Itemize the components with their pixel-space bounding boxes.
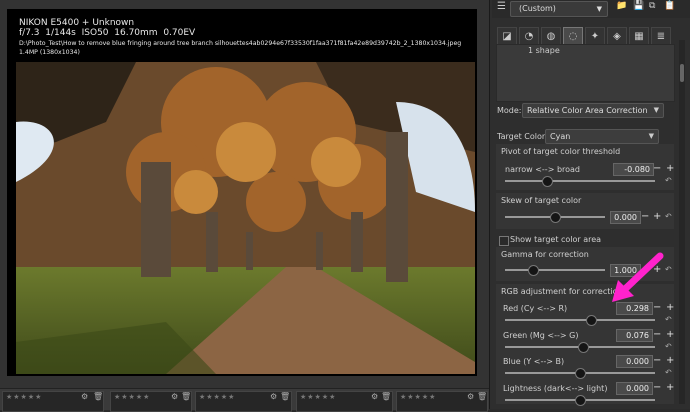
skew-title: Skew of target color <box>501 196 582 205</box>
show-target-area-checkbox[interactable] <box>499 236 509 246</box>
gear-icon[interactable]: ⚙ <box>371 392 378 401</box>
trash-icon[interactable]: 🗑 <box>93 392 103 401</box>
chevron-down-icon: ▼ <box>648 132 654 140</box>
trash-icon[interactable]: 🗑 <box>181 392 191 401</box>
profile-select-value: (Custom) <box>519 4 556 13</box>
increase-button[interactable]: + <box>666 355 674 366</box>
trash-icon[interactable]: 🗑 <box>280 392 290 401</box>
reset-icon[interactable]: ↶ <box>665 176 672 185</box>
shutter: 1/144s <box>45 28 76 38</box>
blue-value[interactable]: 0.000 <box>616 355 653 368</box>
reset-icon[interactable]: ↶ <box>665 315 672 324</box>
scrollbar-thumb[interactable] <box>680 64 684 82</box>
pivot-slider-track[interactable] <box>505 180 655 182</box>
green-label: Green (Mg <--> G) <box>503 331 579 340</box>
chevron-down-icon: ▼ <box>596 5 602 13</box>
focal-length: 16.70mm <box>114 28 158 38</box>
folder-icon[interactable]: 📁 <box>616 1 627 11</box>
blue-label: Blue (Y <--> B) <box>503 357 565 366</box>
paste-icon[interactable]: 📋 <box>664 1 675 11</box>
red-slider-track[interactable] <box>505 319 655 321</box>
copy-icon[interactable]: ⧉ <box>649 1 655 11</box>
skew-value[interactable]: 0.000 <box>610 211 641 224</box>
panel-scrollbar[interactable] <box>679 40 685 404</box>
green-value[interactable]: 0.076 <box>616 329 653 342</box>
mode-select-value: Relative Color Area Correction <box>527 106 648 115</box>
skew-slider-handle[interactable] <box>550 212 561 223</box>
target-color-value: Cyan <box>550 132 571 141</box>
decrease-button[interactable]: − <box>653 355 661 366</box>
red-label: Red (Cy <--> R) <box>503 304 568 313</box>
decrease-button[interactable]: − <box>653 382 661 393</box>
lightness-label: Lightness (dark<--> light) <box>503 384 608 393</box>
profile-select[interactable]: (Custom) ▼ <box>510 1 608 17</box>
iso: ISO50 <box>81 28 109 38</box>
increase-button[interactable]: + <box>666 163 674 174</box>
gamma-slider-track[interactable] <box>505 269 605 271</box>
gear-icon[interactable]: ⚙ <box>171 392 178 401</box>
list-icon[interactable]: ☰ <box>497 1 506 12</box>
arrow-shaft <box>620 252 664 294</box>
annotation-arrow-icon <box>612 252 664 302</box>
pivot-slider-label: narrow <--> broad <box>505 165 581 174</box>
decrease-button[interactable]: − <box>653 163 661 174</box>
green-slider-handle[interactable] <box>578 342 589 353</box>
photo-tree-avenue <box>16 62 475 374</box>
gear-icon[interactable]: ⚙ <box>467 392 474 401</box>
rating-stars[interactable]: ★★★★★ <box>199 393 235 401</box>
increase-button[interactable]: + <box>653 211 661 222</box>
blue-slider-handle[interactable] <box>575 368 586 379</box>
rating-stars[interactable]: ★★★★★ <box>6 393 42 401</box>
filmstrip: ★★★★★ ⚙ 🗑 ★★★★★ ⚙ 🗑 ★★★★★ ⚙ 🗑 ★★★★★ ⚙ 🗑 … <box>0 388 489 412</box>
save-icon[interactable]: 💾 <box>633 1 644 11</box>
show-target-area-label: Show target color area <box>510 235 602 244</box>
red-slider-handle[interactable] <box>585 315 597 326</box>
gear-icon[interactable]: ⚙ <box>81 392 88 401</box>
gamma-slider-handle[interactable] <box>528 265 539 276</box>
camera-info: NIKON E5400 + Unknown <box>19 18 135 28</box>
trash-icon[interactable]: 🗑 <box>477 392 487 401</box>
reset-icon[interactable]: ↶ <box>665 212 672 221</box>
increase-button[interactable]: + <box>666 329 674 340</box>
shape-list-item[interactable]: 1 shape <box>528 46 560 55</box>
pivot-value[interactable]: -0.080 <box>613 163 654 176</box>
gear-icon[interactable]: ⚙ <box>270 392 277 401</box>
rating-stars[interactable]: ★★★★★ <box>300 393 336 401</box>
pivot-slider-handle[interactable] <box>542 176 553 187</box>
reset-icon[interactable]: ↶ <box>665 342 672 351</box>
decrease-button[interactable]: − <box>641 211 649 222</box>
lightness-value[interactable]: 0.000 <box>616 382 653 395</box>
target-color-select[interactable]: Cyan ▼ <box>545 129 659 144</box>
decrease-button[interactable]: − <box>653 329 661 340</box>
rating-stars[interactable]: ★★★★★ <box>114 393 150 401</box>
pivot-title: Pivot of target color threshold <box>501 147 621 156</box>
aperture: f/7.3 <box>19 28 40 38</box>
target-color-label: Target Color: <box>497 132 548 141</box>
increase-button[interactable]: + <box>666 382 674 393</box>
rgb-title: RGB adjustment for correction <box>501 287 623 296</box>
chevron-down-icon: ▼ <box>653 106 659 114</box>
shape-list[interactable] <box>496 44 675 102</box>
trash-icon[interactable]: 🗑 <box>381 392 391 401</box>
reset-icon[interactable]: ↶ <box>665 265 672 274</box>
ev: 0.70EV <box>163 28 196 38</box>
reset-icon[interactable]: ↶ <box>665 368 672 377</box>
rating-stars[interactable]: ★★★★★ <box>400 393 436 401</box>
file-path: D:\Photo_Test\How to remove blue fringin… <box>19 40 462 47</box>
mode-select[interactable]: Relative Color Area Correction ▼ <box>522 103 664 118</box>
lightness-slider-handle[interactable] <box>575 395 586 406</box>
exposure-info: f/7.3 1/144s ISO50 16.70mm 0.70EV <box>19 28 195 38</box>
image-viewer[interactable]: NIKON E5400 + Unknown f/7.3 1/144s ISO50… <box>7 9 477 376</box>
increase-button[interactable]: + <box>666 302 674 313</box>
mode-label: Mode: <box>497 106 522 115</box>
gamma-title: Gamma for correction <box>501 250 589 259</box>
image-size: 1.4MP (1380x1034) <box>19 49 80 56</box>
